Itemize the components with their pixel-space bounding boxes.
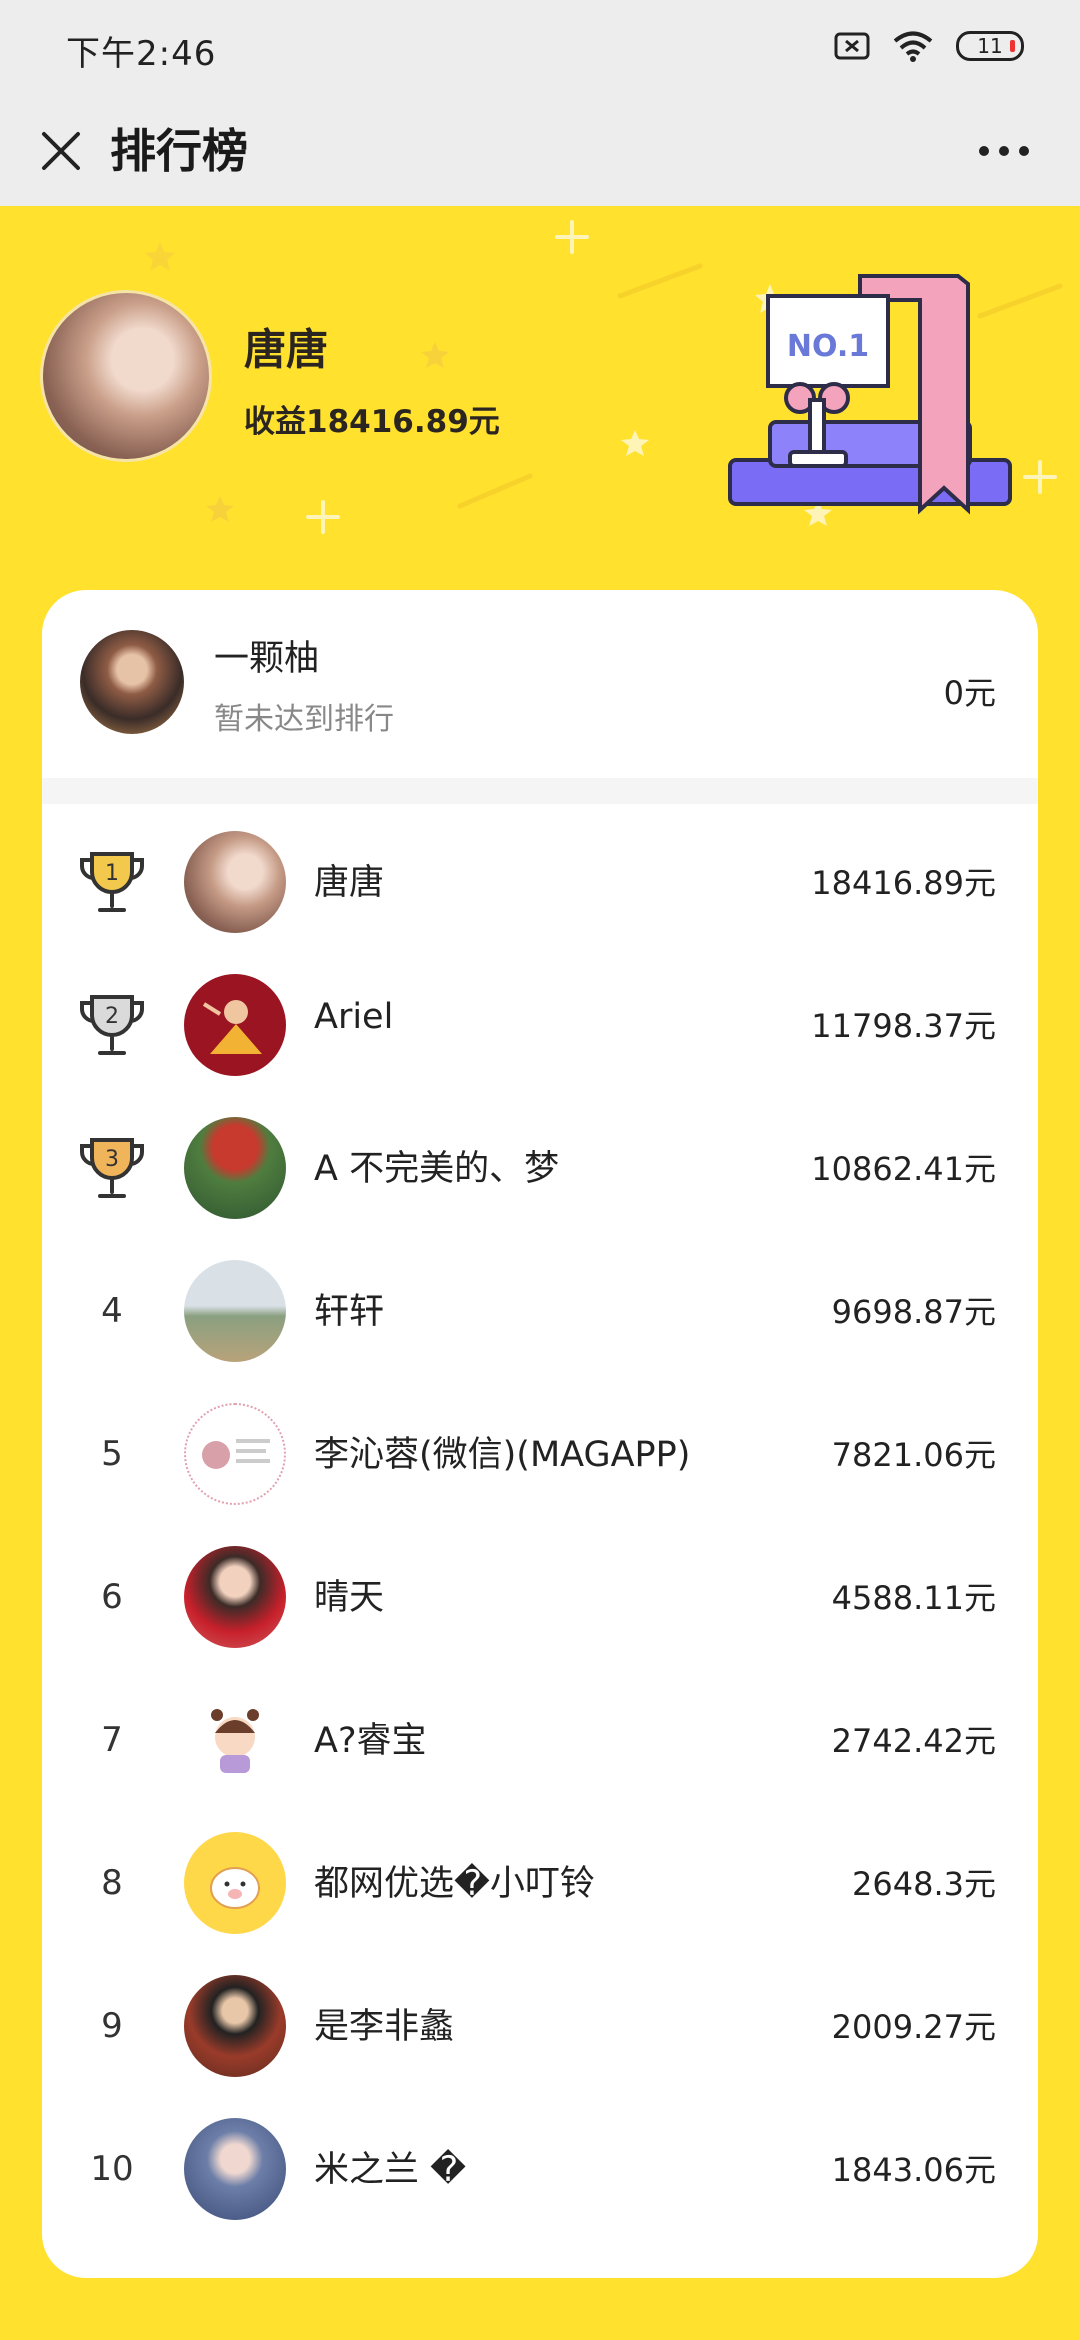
gold-trophy-icon: 1 [76,846,148,918]
page-title: 排行榜 [110,124,248,178]
my-rank-status: 暂未达到排行 [214,702,394,737]
top-earner-banner: 唐唐 收益18416.89元 NO.1 [0,206,1080,586]
close-button[interactable] [26,116,96,186]
ranking-row[interactable]: 7 A?睿宝 2742.42元 [42,1662,1038,1805]
user-name: 晴天 [314,1578,385,1618]
close-icon [42,132,80,170]
ranking-row[interactable]: 9 是李非蠡 2009.27元 [42,1948,1038,2091]
avatar [184,1117,286,1219]
user-name: 都网优选�小叮铃 [314,1864,595,1904]
user-amount: 2742.42元 [831,1722,996,1760]
user-name: 李沁蓉(微信)(MAGAPP) [314,1435,691,1475]
ranking-card: 一颗柚 暂未达到排行 0元 1 唐唐 18416.89元 2 Ariel 117… [42,590,1038,2278]
no1-trophy-illustration: NO.1 [728,274,1012,515]
rank-number: 9 [101,2006,123,2046]
bronze-trophy-icon: 3 [76,1132,148,1204]
user-amount: 11798.37元 [811,1007,996,1045]
avatar [184,1832,286,1934]
user-amount: 10862.41元 [811,1150,996,1188]
rank-number: 6 [101,1577,123,1617]
user-name: 是李非蠡 [314,2007,455,2047]
sim-card-icon [834,32,870,60]
ranking-row[interactable]: 8 都网优选�小叮铃 2648.3元 [42,1805,1038,1948]
rank-number: 8 [101,1863,123,1903]
avatar [184,831,286,933]
avatar [184,1546,286,1648]
more-dot-icon [1019,146,1029,156]
my-name: 一颗柚 [214,639,320,679]
user-amount: 1843.06元 [831,2151,996,2189]
avatar [184,974,286,1076]
ranking-row[interactable]: 10 米之兰 � 1843.06元 [42,2091,1038,2234]
status-time: 下午2:46 [66,34,217,74]
rank-number: 10 [90,2149,134,2189]
ranking-row[interactable]: 5 李沁蓉(微信)(MAGAPP) 7821.06元 [42,1376,1038,1519]
top-earner-name: 唐唐 [244,325,329,374]
rank-number: 2 [105,1004,119,1029]
top-earner-avatar [40,290,212,462]
status-icons: 11 [834,30,1024,62]
user-name: 米之兰 � [314,2150,467,2190]
avatar [184,1689,286,1791]
more-dot-icon [979,146,989,156]
section-divider [42,778,1038,804]
wifi-icon [893,31,933,62]
battery-icon: 11 [956,31,1024,61]
user-amount: 4588.11元 [831,1579,996,1617]
my-rank-row: 一颗柚 暂未达到排行 0元 [42,590,1038,778]
avatar [184,1403,286,1505]
more-options-button[interactable] [954,116,1054,186]
avatar [184,1260,286,1362]
silver-trophy-icon: 2 [76,989,148,1061]
ranking-row[interactable]: 4 轩轩 9698.87元 [42,1233,1038,1376]
user-amount: 18416.89元 [811,864,996,902]
more-dot-icon [999,146,1009,156]
ranking-row[interactable]: 1 唐唐 18416.89元 [42,804,1038,947]
battery-level: 11 [977,34,1003,58]
ranking-row[interactable]: 6 晴天 4588.11元 [42,1519,1038,1662]
nav-bar: 排行榜 [0,96,1080,206]
avatar [184,1975,286,2077]
rank-number: 5 [101,1434,123,1474]
user-amount: 9698.87元 [831,1293,996,1331]
user-name: 唐唐 [314,863,385,903]
ranking-list: 1 唐唐 18416.89元 2 Ariel 11798.37元 3 A 不完美… [42,804,1038,2234]
user-name: 轩轩 [314,1292,385,1332]
rank-number: 3 [105,1147,119,1172]
user-amount: 7821.06元 [831,1436,996,1474]
user-name: A 不完美的、梦 [314,1149,560,1189]
user-name: A?睿宝 [314,1721,427,1761]
status-bar: 下午2:46 11 [0,0,1080,96]
ranking-row[interactable]: 2 Ariel 11798.37元 [42,947,1038,1090]
rank-number: 4 [101,1291,123,1331]
user-name: Ariel [314,997,394,1037]
top-earner-earnings: 收益18416.89元 [244,404,500,440]
ranking-row[interactable]: 3 A 不完美的、梦 10862.41元 [42,1090,1038,1233]
user-amount: 2009.27元 [831,2008,996,2046]
avatar [184,2118,286,2220]
user-amount: 2648.3元 [852,1865,996,1903]
rank-number: 1 [105,861,119,886]
no1-badge-text: NO.1 [787,329,869,364]
rank-number: 7 [101,1720,123,1760]
my-amount: 0元 [943,674,996,712]
my-avatar [80,630,184,734]
